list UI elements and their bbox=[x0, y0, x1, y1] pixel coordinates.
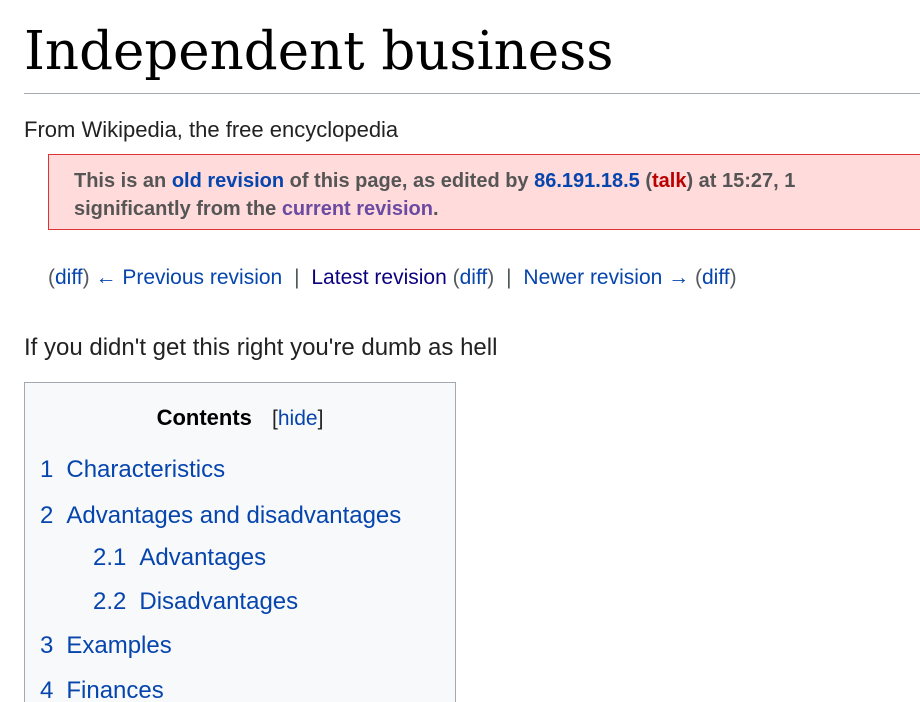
toc-hide-link[interactable]: hide bbox=[278, 407, 318, 430]
toc-heading: Contents bbox=[156, 405, 252, 430]
current-revision-link[interactable]: current revision bbox=[282, 198, 433, 220]
diff-link-previous[interactable]: diff bbox=[55, 266, 83, 289]
old-revision-notice: This is an old revision of this page, as… bbox=[48, 154, 920, 230]
newer-revision-link[interactable]: Newer revision → bbox=[523, 266, 689, 289]
paren-close: ) bbox=[82, 266, 90, 289]
revision-notice-line-2: significantly from the current revision. bbox=[74, 195, 920, 223]
toc-item-label: Advantages and disadvantages bbox=[66, 502, 402, 529]
revision-notice-text: ( bbox=[639, 170, 652, 192]
diff-link-newer[interactable]: diff bbox=[702, 266, 730, 289]
nav-separator: | bbox=[294, 266, 300, 289]
nav-separator: | bbox=[506, 266, 512, 289]
table-of-contents: Contents [hide] 1 Characteristics 2 Advant… bbox=[24, 382, 456, 702]
toc-item-number: 2 bbox=[40, 502, 54, 529]
toc-item-label: Characteristics bbox=[66, 456, 226, 483]
toc-item-number: 3 bbox=[40, 632, 54, 659]
toc-item-disadvantages[interactable]: 2.2 Disadvantages bbox=[93, 587, 298, 617]
toc-item-number: 2.1 bbox=[93, 544, 127, 571]
revision-notice-text: significantly from the bbox=[74, 198, 282, 220]
site-tagline: From Wikipedia, the free encyclopedia bbox=[24, 117, 399, 142]
toc-item-advantages-and-disadvantages[interactable]: 2 Advantages and disadvantages bbox=[40, 501, 401, 531]
toc-item-number: 1 bbox=[40, 456, 54, 483]
paren-open: ( bbox=[452, 266, 460, 289]
toc-item-label: Advantages bbox=[139, 544, 267, 571]
revision-navigation: (diff) ← Previous revision | Latest revi… bbox=[48, 264, 737, 292]
toc-title-row: Contents [hide] bbox=[25, 403, 455, 434]
editor-ip-link[interactable]: 86.191.18.5 bbox=[534, 170, 640, 192]
title-divider bbox=[24, 93, 920, 94]
toc-item-finances[interactable]: 4 Finances bbox=[40, 676, 164, 702]
revision-notice-line-1: This is an old revision of this page, as… bbox=[74, 167, 920, 195]
editor-talk-link[interactable]: talk bbox=[652, 170, 686, 192]
toc-toggle: [hide] bbox=[272, 407, 323, 430]
previous-revision-link[interactable]: ← Previous revision bbox=[95, 266, 282, 289]
diff-link-latest[interactable]: diff bbox=[460, 266, 488, 289]
revision-notice-text: of this page, as edited by bbox=[284, 170, 535, 192]
paren-close: ) bbox=[729, 266, 737, 289]
toc-item-number: 4 bbox=[40, 677, 54, 702]
toc-item-characteristics[interactable]: 1 Characteristics bbox=[40, 455, 225, 485]
revision-notice-text: ) at 15:27, 1 bbox=[686, 170, 796, 192]
paren-open: ( bbox=[694, 266, 702, 289]
toc-toggle-bracket: ] bbox=[317, 407, 324, 430]
toc-item-label: Finances bbox=[66, 677, 164, 702]
paren-open: ( bbox=[48, 266, 55, 289]
toc-item-number: 2.2 bbox=[93, 588, 127, 615]
old-revision-link[interactable]: old revision bbox=[172, 170, 284, 192]
revision-notice-text: This is an bbox=[74, 170, 172, 192]
paren-close: ) bbox=[487, 266, 495, 289]
toc-item-label: Disadvantages bbox=[139, 588, 299, 615]
toc-item-advantages[interactable]: 2.1 Advantages bbox=[93, 543, 266, 573]
revision-notice-text: . bbox=[432, 198, 439, 220]
toc-item-examples[interactable]: 3 Examples bbox=[40, 631, 172, 661]
article-lead-paragraph: If you didn't get this right you're dumb… bbox=[24, 334, 498, 361]
page-title: Independent business bbox=[24, 21, 614, 82]
toc-item-label: Examples bbox=[66, 632, 172, 659]
latest-revision-link[interactable]: Latest revision bbox=[311, 266, 446, 289]
